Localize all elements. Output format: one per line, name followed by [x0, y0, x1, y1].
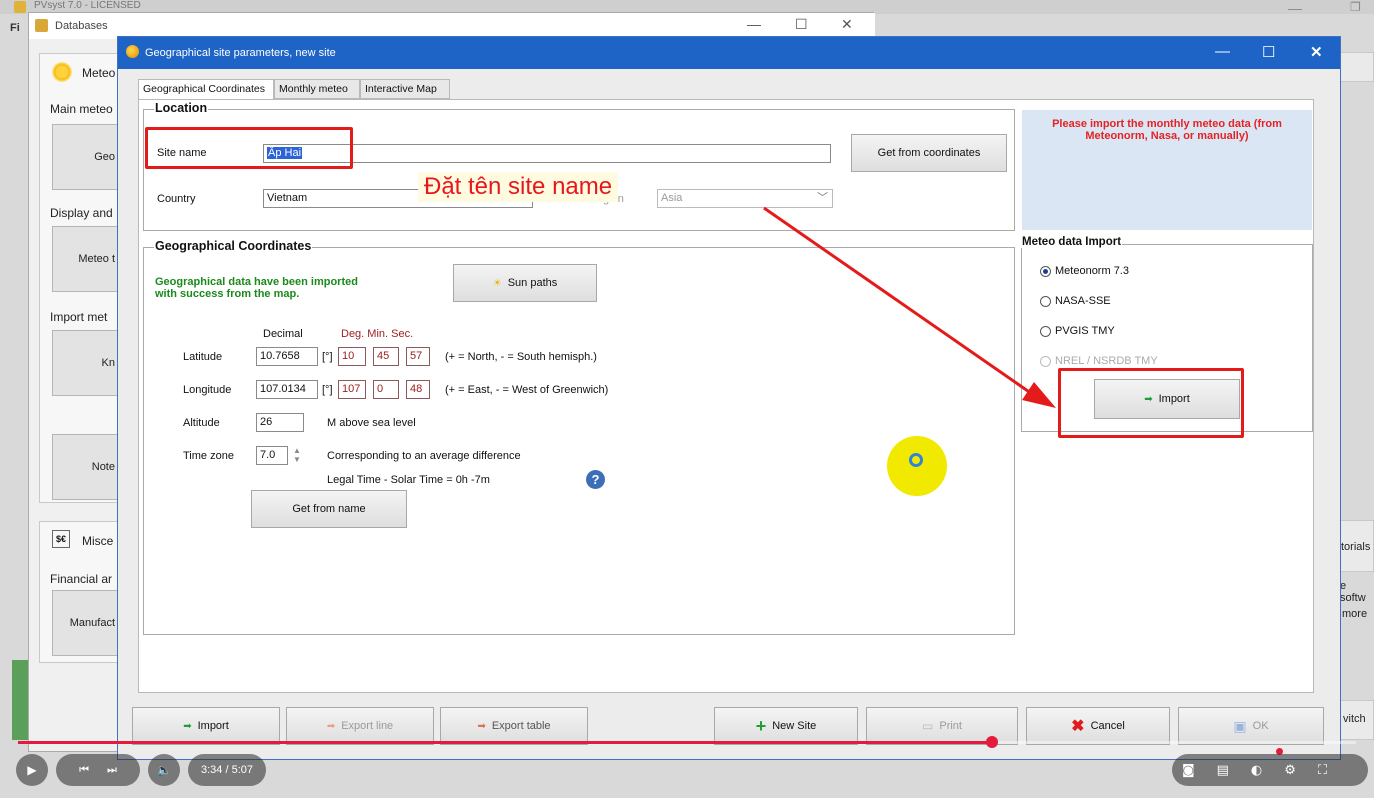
- previous-icon[interactable]: ⏮: [79, 763, 89, 777]
- autoplay-icon[interactable]: ◐: [1251, 763, 1262, 778]
- skip-controls: ⏮ ⏭: [56, 754, 140, 786]
- play-icon: ▶: [27, 763, 37, 777]
- arrow-head: [1022, 382, 1056, 408]
- volume-button[interactable]: 🔈: [148, 754, 180, 786]
- settings-gear-icon[interactable]: ⚙: [1284, 763, 1296, 778]
- screenshot-icon[interactable]: ◙: [1182, 763, 1195, 778]
- video-progress-fill: [18, 741, 992, 744]
- video-scrubber-handle[interactable]: [986, 736, 998, 748]
- right-controls: ◙ ▤ ◐ ⚙ ⛶: [1172, 754, 1368, 786]
- arrow-shaft: [763, 206, 1039, 400]
- fullscreen-icon[interactable]: ⛶: [1318, 763, 1327, 778]
- annotation-arrow: [763, 206, 1056, 408]
- next-icon[interactable]: ⏭: [107, 763, 117, 777]
- play-button[interactable]: ▶: [16, 754, 48, 786]
- video-time: 3:34 / 5:07: [188, 754, 266, 786]
- subtitles-icon[interactable]: ▤: [1217, 763, 1229, 778]
- volume-icon: 🔈: [156, 763, 172, 777]
